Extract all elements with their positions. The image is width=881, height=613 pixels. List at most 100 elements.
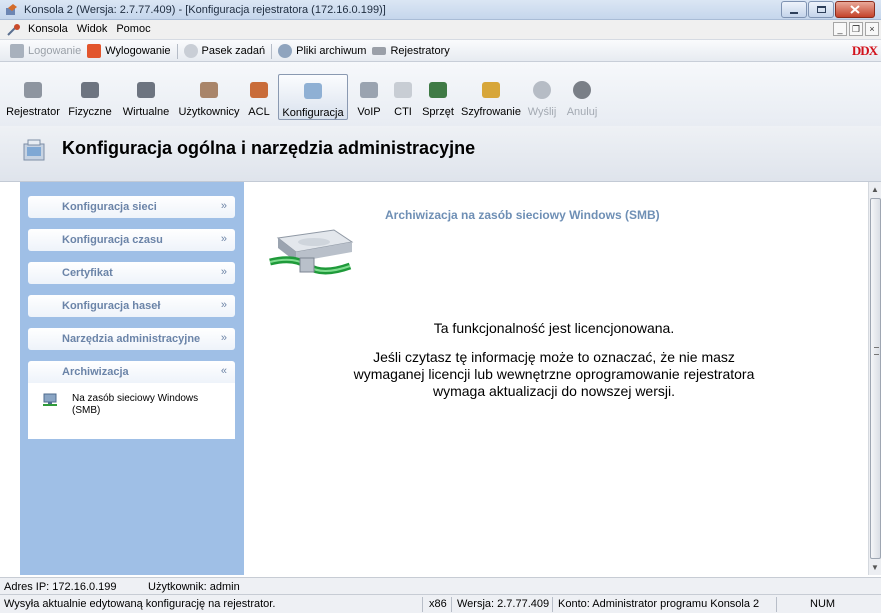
toolbar-button-użytkownicy[interactable]: Użytkownicy [177,74,241,120]
close-button[interactable] [835,1,875,18]
scroll-up-arrow-icon[interactable]: ▲ [871,185,879,194]
toolbar-button-szyfrowanie[interactable]: Szyfrowanie [461,74,521,120]
license-explanation-line: wymaga aktualizacji do nowszej wersji. [433,383,675,399]
login-icon [10,44,24,58]
mdi-close-button[interactable]: × [865,22,879,36]
scroll-down-arrow-icon[interactable]: ▼ [871,563,879,572]
status-divider [776,597,777,612]
toolbar-button-label: ACL [248,106,270,118]
status-divider [552,597,553,612]
recorder-icon [24,82,42,98]
taskbar-label: Pasek zadań [201,45,266,57]
sidebar-panel-passwords[interactable]: Konfiguracja haseł » [28,295,235,317]
license-message: Ta funkcjonalność jest licencjonowana. [433,320,675,336]
taskbar-button[interactable]: Pasek zadań [183,44,266,58]
menu-pomoc[interactable]: Pomoc [116,23,150,35]
sidebar-panel-label: Konfiguracja czasu [62,234,163,246]
window-title: Konsola 2 (Wersja: 2.7.77.409) - [Konfig… [24,4,386,16]
users-icon [200,82,218,98]
toolbar-button-anuluj[interactable]: Anuluj [562,74,602,120]
toolbar-button-rejestrator[interactable]: Rejestrator [4,74,62,120]
sidebar-panel-network[interactable]: Konfiguracja sieci » [28,196,235,218]
license-explanation: Jeśli czytasz tę informację może to ozna… [244,349,864,400]
menu-konsola[interactable]: Konsola [28,23,68,35]
toolbar-button-acl[interactable]: ACL [244,74,274,120]
recorders-button[interactable]: Rejestratory [372,45,450,57]
mdi-minimize-button[interactable]: _ [833,22,847,36]
archive-files-icon [278,44,293,58]
virtual-phone-icon [137,82,155,98]
toolbar-button-wyślij[interactable]: Wyślij [524,74,560,120]
toolbar-button-label: Szyfrowanie [461,106,521,118]
content-area: Archiwizacja na zasób sieciowy Windows (… [244,182,868,575]
chevron-down-icon[interactable]: » [221,299,227,311]
configuration-header-icon [23,139,45,161]
toolbar-button-label: Wirtualne [122,106,170,118]
mdi-restore-button[interactable]: ❐ [849,22,863,36]
sidebar-panel-time[interactable]: Konfiguracja czasu » [28,229,235,251]
sidebar-panel-label: Narzędzia administracyjne [62,333,201,345]
status-user: Użytkownik: admin [148,581,240,593]
toolbar-button-label: CTI [394,106,412,118]
voip-icon [360,82,378,98]
status-divider [451,597,452,612]
cti-icon [394,82,412,98]
license-explanation-line: wymaganej licencji lub wewnętrzne oprogr… [353,366,755,382]
close-icon [850,5,860,14]
grip-icon [874,347,879,355]
toolbar-button-wirtualne[interactable]: Wirtualne [117,74,175,120]
sidebar-panel-label: Archiwizacja [62,366,129,378]
toolbar-button-sprzęt[interactable]: Sprzęt [418,74,458,120]
archive-files-button[interactable]: Pliki archiwum [278,44,366,58]
toolbar-button-fizyczne[interactable]: Fizyczne [66,74,114,120]
status-version: Wersja: 2.7.77.409 [457,598,550,610]
sidebar-panel-label: Konfiguracja haseł [62,300,161,312]
status-account: Konto: Administrator programu Konsola 2 [558,598,760,610]
login-button[interactable]: Logowanie [10,44,81,58]
chevron-down-icon[interactable]: » [221,266,227,278]
status-hint: Wysyła aktualnie edytowaną konfigurację … [4,598,276,610]
scrollbar-thumb[interactable] [870,198,881,559]
chevron-down-icon[interactable]: » [221,200,227,212]
logout-icon [87,44,102,58]
toolbar-button-label: Użytkownicy [178,106,240,118]
app-icon [6,4,17,15]
console-menu-icon[interactable] [6,23,22,37]
toolbar-button-cti[interactable]: CTI [390,74,416,120]
sidebar-panel-certificate[interactable]: Certyfikat » [28,262,235,284]
network-share-icon [43,393,57,406]
vertical-scrollbar[interactable]: ▲ ▼ [868,182,881,575]
login-label: Logowanie [28,45,82,57]
send-icon [533,81,551,99]
toolbar-button-label: Wyślij [527,106,557,118]
status-divider [422,597,423,612]
status-bar-bottom: Wysyła aktualnie edytowaną konfigurację … [0,594,881,613]
cancel-icon [573,81,591,99]
recorders-label: Rejestratory [390,45,450,57]
toolbar-button-label: VoIP [357,106,381,118]
sidebar-panel-archiving[interactable]: Archiwizacja « [28,361,235,383]
toolbar-button-voip[interactable]: VoIP [352,74,386,120]
chevron-down-icon[interactable]: » [221,233,227,245]
recorders-icon [372,47,387,55]
toolbar-button-label: Konfiguracja [282,107,344,119]
logout-button[interactable]: Wylogowanie [87,44,171,58]
chevron-down-icon[interactable]: » [221,332,227,344]
toolbar-button-label: Rejestrator [6,106,60,118]
minimize-button[interactable] [781,1,807,18]
quick-toolbar: Logowanie Wylogowanie Pasek zadań Pliki … [0,40,881,62]
page-title: Konfiguracja ogólna i narzędzia administ… [62,138,476,158]
hardware-icon [429,82,447,98]
sidebar-panel-admin-tools[interactable]: Narzędzia administracyjne » [28,328,235,350]
status-ip: Adres IP: 172.16.0.199 [4,581,117,593]
sidebar-item-smb[interactable]: Na zasób sieciowy Windows (SMB) [72,393,222,417]
license-explanation-line: Jeśli czytasz tę informację może to ozna… [373,349,735,365]
menu-widok[interactable]: Widok [77,23,108,35]
toolbar-button-label: Anuluj [566,106,598,118]
ddx-logo: DDX [851,43,878,58]
sidebar: Konfiguracja sieci » Konfiguracja czasu … [20,182,244,575]
toolbar-button-konfiguracja[interactable]: Konfiguracja [278,74,348,120]
maximize-button[interactable] [808,1,834,18]
menu-bar: Konsola Widok Pomoc _ ❐ × [0,20,881,40]
chevron-up-icon[interactable]: « [221,365,227,377]
